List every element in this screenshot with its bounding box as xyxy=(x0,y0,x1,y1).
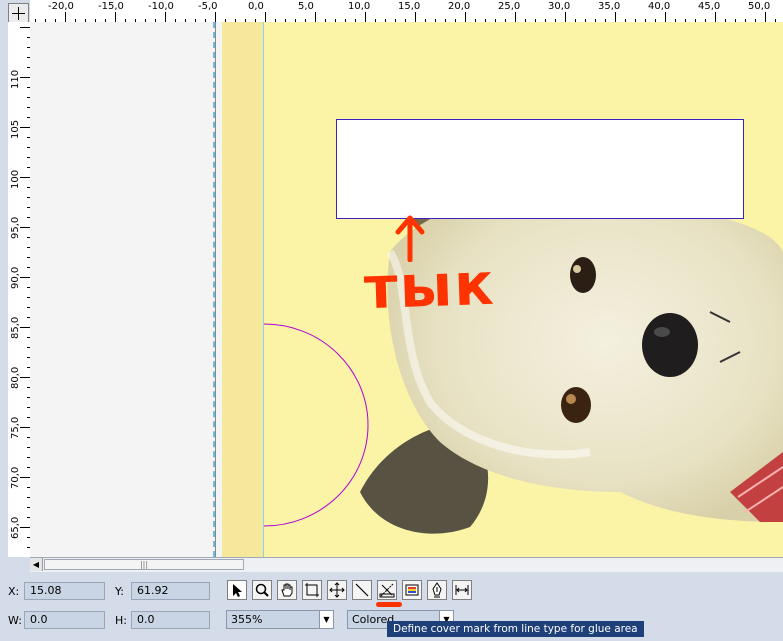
line-tool-button[interactable] xyxy=(352,580,372,600)
ruler-tick xyxy=(265,12,266,22)
ruler-label: 95,0 xyxy=(10,216,21,239)
ruler-label: 0,0 xyxy=(248,1,264,12)
scroll-left-icon[interactable]: ◀ xyxy=(30,558,43,571)
zoom-value: 355% xyxy=(231,613,263,626)
ruler-origin-button[interactable] xyxy=(8,3,29,23)
color-tool-button[interactable] xyxy=(402,580,422,600)
ruler-tick xyxy=(315,12,316,22)
ruler-tick xyxy=(165,12,166,22)
crosshair-icon-vertical xyxy=(18,7,19,20)
ruler-tick xyxy=(20,277,30,278)
ruler-label: 35,0 xyxy=(598,1,621,12)
width-field[interactable]: 0.0 xyxy=(24,611,105,629)
ruler-tick xyxy=(215,12,216,22)
ruler-label: 30,0 xyxy=(548,1,571,12)
w-label: W: xyxy=(8,614,22,627)
ruler-label: 20,0 xyxy=(448,1,471,12)
vertical-ruler[interactable]: 110 105 100 95,0 90,0 85,0 80,0 75,0 70,0 65,0 xyxy=(8,22,31,557)
horizontal-scrollbar[interactable]: ◀ ||| xyxy=(30,557,783,572)
crop-tool-button[interactable] xyxy=(302,580,322,600)
ruler-tick xyxy=(665,12,666,22)
ruler-label: 75,0 xyxy=(10,416,21,439)
ruler-label: 105 xyxy=(10,119,21,139)
x-label: X: xyxy=(8,585,20,598)
y-coordinate-field[interactable]: 61.92 xyxy=(131,582,210,600)
ruler-label: -15,0 xyxy=(98,1,124,12)
ruler-tick xyxy=(465,12,466,22)
ruler-tick xyxy=(515,12,516,22)
crop-frame-icon xyxy=(305,583,319,597)
cover-mark-tool-button[interactable] xyxy=(377,580,397,600)
h-label: H: xyxy=(115,614,127,627)
x-coordinate-field[interactable]: 15.08 xyxy=(24,582,105,600)
pen-tool-button[interactable] xyxy=(427,580,447,600)
ruler-tick xyxy=(415,12,416,22)
ruler-label: 5,0 xyxy=(298,1,314,12)
ruler-label: 25,0 xyxy=(498,1,521,12)
ruler-label: 40,0 xyxy=(648,1,671,12)
ruler-tick xyxy=(565,12,566,22)
ruler-label: 45,0 xyxy=(698,1,721,12)
cover-mark-icon xyxy=(379,583,395,598)
ruler-label: 50,0 xyxy=(748,1,771,12)
ruler-tick xyxy=(20,77,30,78)
zoom-tool-button[interactable] xyxy=(252,580,272,600)
ruler-label: -10,0 xyxy=(148,1,174,12)
ruler-tick xyxy=(615,12,616,22)
ruler-label: 100 xyxy=(10,169,21,189)
ruler-label: 110 xyxy=(10,69,21,89)
ruler-tick xyxy=(20,127,30,128)
ruler-label: -20,0 xyxy=(48,1,74,12)
ruler-label: 80,0 xyxy=(10,366,21,389)
measure-arrows-icon xyxy=(455,585,469,595)
y-label: Y: xyxy=(115,585,124,598)
ruler-tick xyxy=(365,12,366,22)
ruler-label: 70,0 xyxy=(10,466,21,489)
glue-area-box[interactable] xyxy=(336,119,744,219)
chevron-down-icon[interactable]: ▼ xyxy=(319,611,333,628)
magnifier-icon xyxy=(255,583,269,597)
ruler-label: 10,0 xyxy=(348,1,371,12)
ruler-tick xyxy=(20,427,30,428)
ruler-tick xyxy=(20,27,30,28)
ruler-tick xyxy=(20,327,30,328)
ruler-tick xyxy=(765,12,766,22)
ruler-label: -5,0 xyxy=(198,1,218,12)
color-swatch-icon xyxy=(405,584,419,596)
select-tool-button[interactable] xyxy=(227,580,247,600)
ruler-label: 15,0 xyxy=(398,1,421,12)
arrow-pointer-icon xyxy=(233,584,242,597)
ruler-tick xyxy=(20,227,30,228)
horizontal-ruler[interactable]: -20,0 -15,0 -10,0 -5,0 0,0 5,0 10,0 15,0 20,0 25,… xyxy=(30,0,783,23)
ruler-tick xyxy=(20,377,30,378)
diagonal-line-icon xyxy=(355,583,369,597)
move-cross-icon xyxy=(329,582,345,598)
ruler-label: 90,0 xyxy=(10,266,21,289)
scrollbar-thumb[interactable]: ||| xyxy=(44,559,244,570)
ruler-tick xyxy=(20,477,30,478)
height-field[interactable]: 0.0 xyxy=(131,611,210,629)
ruler-tick xyxy=(715,12,716,22)
ruler-tick xyxy=(115,12,116,22)
ruler-tick xyxy=(65,12,66,22)
zoom-select[interactable]: 355% ▼ xyxy=(226,610,334,629)
ruler-tick xyxy=(20,527,30,528)
tool-tooltip: Define cover mark from line type for glu… xyxy=(387,621,644,637)
ruler-label: 65,0 xyxy=(10,516,21,539)
pan-tool-button[interactable] xyxy=(277,580,297,600)
design-canvas[interactable]: тык xyxy=(30,22,783,557)
pen-nib-icon xyxy=(432,582,442,598)
ruler-tick xyxy=(20,177,30,178)
move-tool-button[interactable] xyxy=(327,580,347,600)
measure-tool-button[interactable] xyxy=(452,580,472,600)
hand-icon xyxy=(281,583,293,597)
highlight-underline-annotation xyxy=(376,602,402,607)
annotation-text: тык xyxy=(362,249,497,323)
ruler-label: 85,0 xyxy=(10,316,21,339)
